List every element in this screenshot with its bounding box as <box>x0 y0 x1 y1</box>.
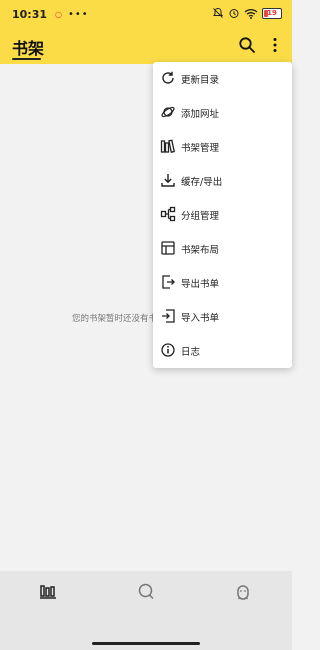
layout-icon <box>161 241 175 255</box>
search-icon[interactable] <box>238 36 256 54</box>
status-time: 10:31 <box>12 7 48 21</box>
wifi-icon <box>244 8 258 19</box>
home-indicator[interactable] <box>92 642 200 645</box>
notification-dot-icon: ○ <box>55 9 62 19</box>
overflow-menu: 更新目录 添加网址 书架管理 缓存/导出 分组管理 书架布局 导出书单 导入书单… <box>153 62 292 368</box>
menu-item-label: 书架管理 <box>181 143 220 154</box>
more-options-icon[interactable] <box>268 36 282 54</box>
empty-state-text: 您的书架暂时还没有书 <box>72 314 158 324</box>
menu-item-label: 缓存/导出 <box>181 177 223 188</box>
page-title[interactable]: 书架 <box>12 35 44 59</box>
info-icon <box>161 343 175 357</box>
explore-tab-icon[interactable] <box>137 582 155 600</box>
import-icon <box>162 309 175 323</box>
mute-icon <box>213 7 223 18</box>
group-icon <box>160 206 176 222</box>
menu-item-label: 更新目录 <box>181 75 220 86</box>
menu-item-import-booklist[interactable]: 导入书单 <box>153 300 292 334</box>
menu-item-update-catalog[interactable]: 更新目录 <box>153 62 292 96</box>
menu-item-label: 添加网址 <box>181 109 220 120</box>
menu-item-label: 导出书单 <box>181 279 220 290</box>
refresh-icon <box>162 71 174 84</box>
menu-item-label: 导入书单 <box>181 313 220 324</box>
bottom-nav <box>0 571 292 611</box>
menu-item-label: 分组管理 <box>181 211 220 222</box>
menu-item-group-manage[interactable]: 分组管理 <box>153 198 292 232</box>
more-notifications-icon: ••• <box>68 8 89 20</box>
alarm-icon <box>229 9 239 18</box>
battery-indicator: 19 <box>262 7 282 19</box>
menu-item-export-booklist[interactable]: 导出书单 <box>153 266 292 300</box>
download-icon <box>161 174 175 187</box>
menu-item-add-url[interactable]: 添加网址 <box>153 96 292 130</box>
planet-icon <box>161 106 175 118</box>
app-bar: 书架 <box>0 28 292 64</box>
menu-item-label: 日志 <box>181 347 201 358</box>
title-tab-indicator <box>12 58 41 60</box>
profile-tab-icon[interactable] <box>234 582 252 600</box>
menu-item-bookshelf-layout[interactable]: 书架布局 <box>153 232 292 266</box>
export-icon <box>162 275 175 289</box>
bookshelf-tab-icon[interactable] <box>39 582 57 600</box>
menu-item-bookshelf-manage[interactable]: 书架管理 <box>153 130 292 164</box>
menu-item-cache-export[interactable]: 缓存/导出 <box>153 164 292 198</box>
menu-item-log[interactable]: 日志 <box>153 334 292 368</box>
menu-item-label: 书架布局 <box>181 245 220 256</box>
bookshelf-icon <box>160 139 175 153</box>
status-bar: 10:31 ○ ••• 19 <box>0 0 292 28</box>
